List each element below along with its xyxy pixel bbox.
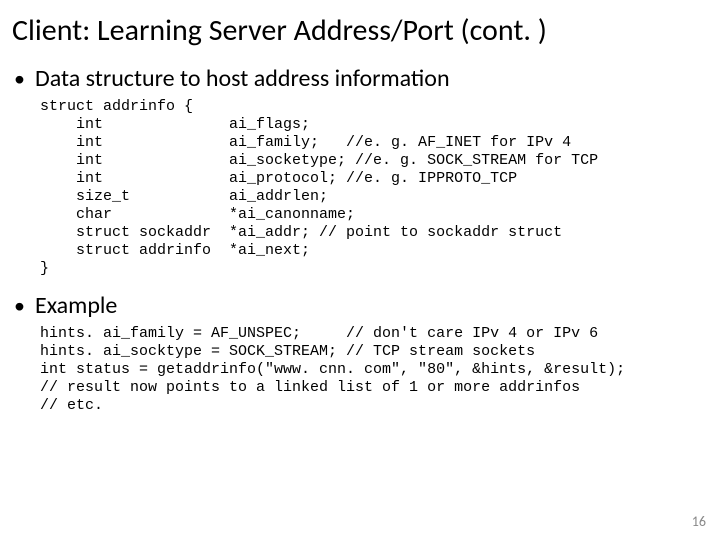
bullet-dot-icon: • <box>14 66 25 92</box>
bullet-text: Example <box>35 292 117 321</box>
code-example: hints. ai_family = AF_UNSPEC; // don't c… <box>40 325 708 415</box>
slide-title: Client: Learning Server Address/Port (co… <box>12 14 708 47</box>
bullet-dot-icon: • <box>14 293 25 319</box>
bullet-example: • Example <box>14 292 708 321</box>
bullet-text: Data structure to host address informati… <box>35 65 450 94</box>
slide: Client: Learning Server Address/Port (co… <box>0 0 720 540</box>
page-number: 16 <box>692 513 706 530</box>
bullet-data-structure: • Data structure to host address informa… <box>14 65 708 94</box>
code-struct-addrinfo: struct addrinfo { int ai_flags; int ai_f… <box>40 98 708 278</box>
